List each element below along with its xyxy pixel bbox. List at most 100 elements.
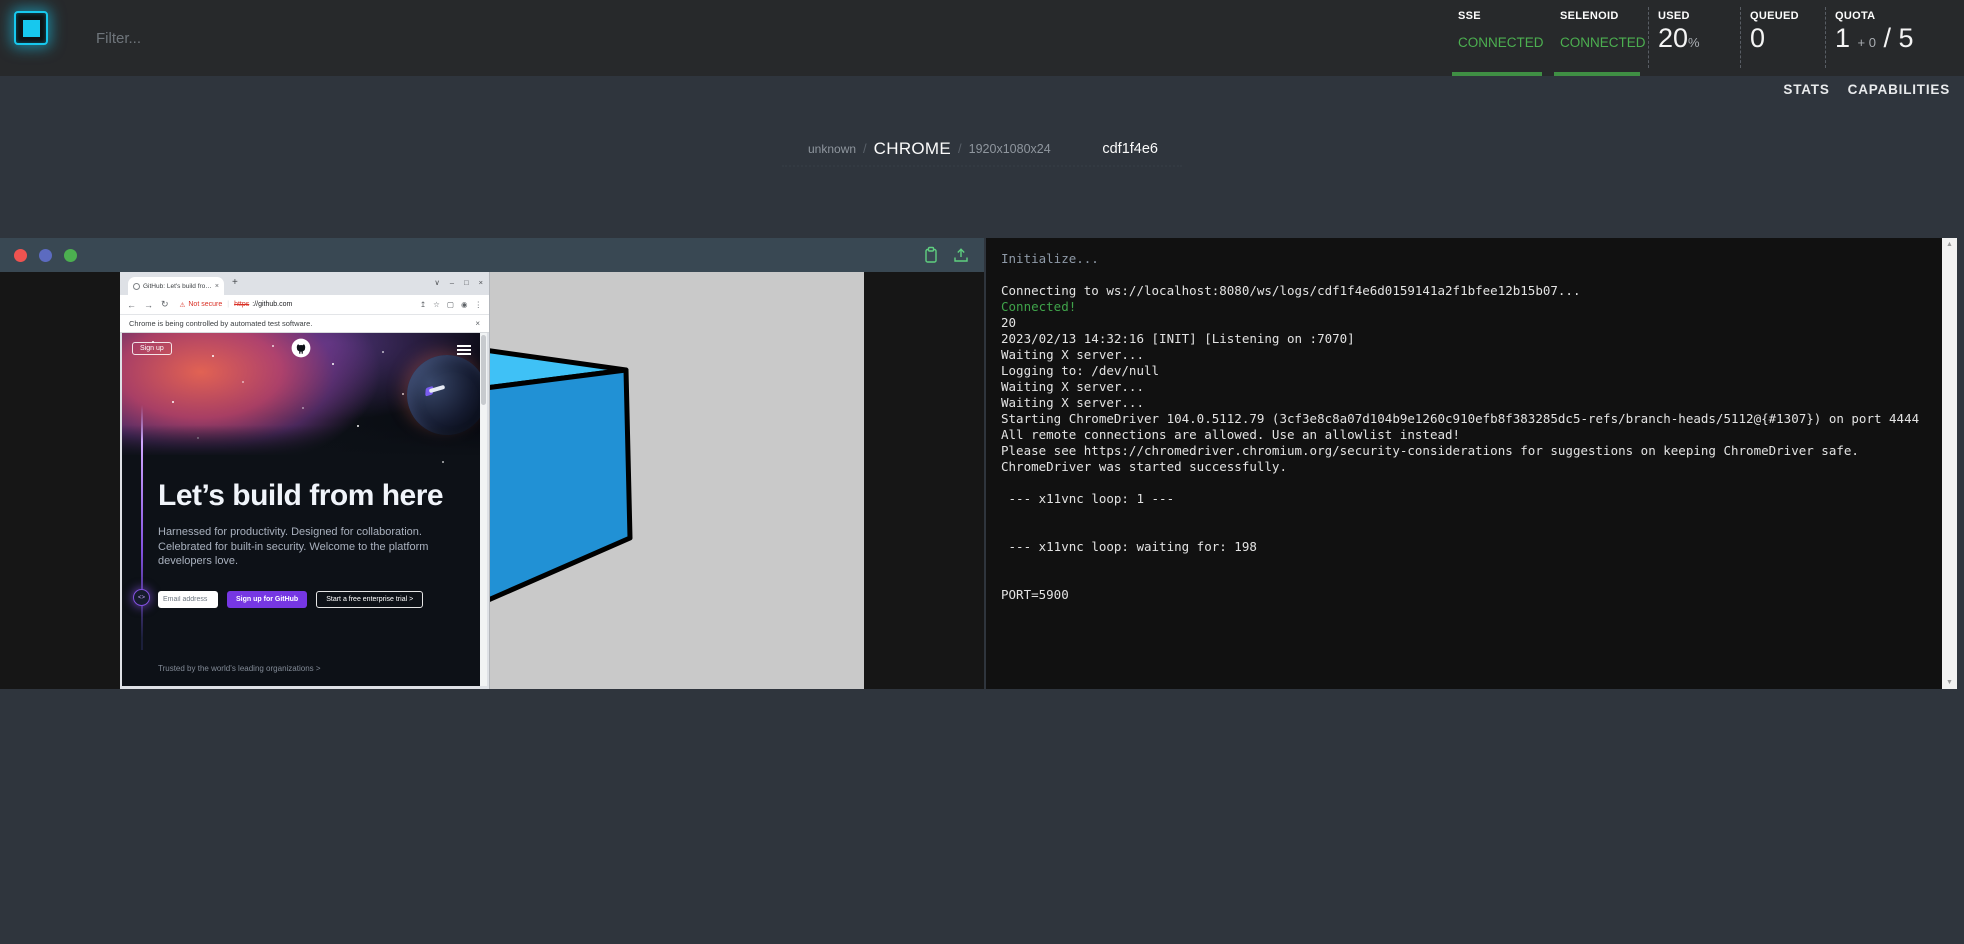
vnc-panel: GitHub: Let's build from her... × + ∨ – … — [0, 238, 984, 689]
stat-sse: SSE CONNECTED — [1448, 0, 1550, 76]
browser-tab[interactable]: GitHub: Let's build from her... × — [128, 277, 224, 295]
log-line: Waiting X server... — [1001, 379, 1927, 395]
log-line: --- x11vnc loop: 1 --- — [1001, 491, 1927, 507]
url-field[interactable]: ⚠ Not secure | https ://github.com — [180, 301, 293, 309]
log-line: Initialize... — [1001, 251, 1927, 267]
code-badge: <> — [133, 589, 150, 606]
hamburger-menu-icon[interactable] — [457, 345, 471, 357]
hero-cta-row: Sign up for GitHub Start a free enterpri… — [158, 591, 423, 608]
selenoid-status: CONNECTED — [1560, 35, 1648, 50]
log-line — [1001, 571, 1927, 587]
window-controls: ∨ – □ × — [434, 278, 483, 287]
log-line — [1001, 507, 1927, 523]
browser-window: GitHub: Let's build from her... × + ∨ – … — [120, 272, 489, 689]
new-tab-button[interactable]: + — [232, 277, 238, 288]
git-branch-line — [141, 405, 143, 650]
bookmark-icon[interactable]: ☆ — [433, 300, 440, 309]
page-scrollbar[interactable] — [480, 333, 487, 686]
maximize-icon[interactable]: □ — [464, 278, 469, 287]
hero-heading: Let’s build from here — [158, 479, 443, 513]
github-logo-icon[interactable] — [290, 337, 312, 359]
reload-icon[interactable]: ↻ — [161, 299, 169, 310]
quota-pending: + 0 — [1858, 35, 1876, 50]
log-line — [1001, 267, 1927, 283]
log-line: 2023/02/13 14:32:16 [INIT] [Listening on… — [1001, 331, 1927, 347]
filter-input[interactable] — [78, 0, 638, 76]
log-line — [1001, 523, 1927, 539]
avatar-icon[interactable]: ◉ — [461, 300, 468, 309]
trusted-by-link[interactable]: Trusted by the world’s leading organizat… — [158, 664, 321, 673]
used-value: 20% — [1658, 23, 1740, 54]
enterprise-trial-button[interactable]: Start a free enterprise trial > — [316, 591, 423, 608]
session-id-link[interactable]: cdf1f4e6 — [1102, 141, 1158, 157]
email-field[interactable] — [158, 591, 218, 608]
vnc-titlebar — [0, 238, 984, 272]
minimize-icon[interactable]: – — [450, 278, 454, 287]
quota-label: QUOTA — [1835, 10, 1952, 22]
log-line: PORT=5900 — [1001, 587, 1927, 603]
log-line — [1001, 555, 1927, 571]
address-bar: ← → ↻ ⚠ Not secure | https ://github.com… — [120, 295, 489, 315]
addressbar-actions: ↥ ☆ ▢ ◉ ⋮ — [420, 300, 482, 309]
github-page: Sign up <> Let’s build from here Harness… — [122, 333, 480, 686]
signup-github-button[interactable]: Sign up for GitHub — [227, 591, 307, 608]
session-row[interactable]: unknown / CHROME / 1920x1080x24 cdf1f4e6 — [782, 132, 1182, 167]
quota-value: 1 + 0 / 5 — [1835, 23, 1952, 54]
log-line: Starting ChromeDriver 104.0.5112.79 (3cf… — [1001, 411, 1927, 427]
github-signup-nav-button[interactable]: Sign up — [132, 342, 172, 355]
log-line: Please see https://chromedriver.chromium… — [1001, 443, 1927, 459]
selenoid-ui: SSE CONNECTED SELENOID CONNECTED USED 20… — [0, 0, 1964, 944]
log-line: Waiting X server... — [1001, 347, 1927, 363]
planet — [407, 355, 480, 435]
log-line: Waiting X server... — [1001, 395, 1927, 411]
url-scheme: https — [234, 301, 249, 308]
tab-search-icon[interactable]: ∨ — [434, 278, 440, 287]
tab-close-icon[interactable]: × — [215, 283, 219, 290]
scroll-up-icon[interactable]: ▲ — [1942, 241, 1957, 248]
page-scrollbar-thumb[interactable] — [481, 335, 486, 405]
log-line: --- x11vnc loop: waiting for: 198 — [1001, 539, 1927, 555]
upload-icon[interactable] — [952, 246, 970, 264]
share-icon[interactable]: ↥ — [420, 300, 426, 309]
log-line: ChromeDriver was started successfully. — [1001, 459, 1927, 475]
top-header: SSE CONNECTED SELENOID CONNECTED USED 20… — [0, 0, 1964, 76]
tab-stats[interactable]: STATS — [1783, 82, 1829, 97]
logo-square — [23, 20, 40, 37]
not-secure-label: Not secure — [188, 301, 222, 308]
infobar-close-icon[interactable]: × — [475, 319, 480, 328]
close-icon[interactable]: × — [479, 278, 483, 287]
queued-value: 0 — [1750, 23, 1825, 54]
stat-quota: QUOTA 1 + 0 / 5 — [1825, 0, 1952, 76]
app-logo-icon[interactable] — [14, 11, 48, 45]
automation-infobar: Chrome is being controlled by automated … — [120, 315, 489, 333]
log-line — [1001, 475, 1927, 491]
forward-icon[interactable]: → — [144, 300, 153, 310]
session-browser-name: CHROME — [874, 139, 951, 159]
stat-used: USED 20% — [1648, 0, 1740, 76]
favicon-icon — [133, 283, 140, 290]
log-line: Logging to: /dev/null — [1001, 363, 1927, 379]
session-log-panel: Initialize... Connecting to ws://localhos… — [986, 238, 1957, 689]
log-scrollbar[interactable]: ▲ ▼ — [1942, 238, 1957, 689]
sse-label: SSE — [1458, 10, 1550, 22]
clipboard-icon[interactable] — [922, 246, 940, 264]
tab-capabilities[interactable]: CAPABILITIES — [1848, 82, 1950, 97]
log-line: Connected! — [1001, 299, 1927, 315]
infobar-text: Chrome is being controlled by automated … — [129, 319, 312, 328]
log-line: All remote connections are allowed. Use … — [1001, 427, 1927, 443]
divider: | — [227, 301, 229, 308]
minimize-button[interactable] — [39, 249, 52, 262]
extensions-icon[interactable]: ▢ — [447, 300, 454, 309]
scroll-down-icon[interactable]: ▼ — [1942, 679, 1957, 686]
separator: / — [958, 141, 962, 156]
log-line: Connecting to ws://localhost:8080/ws/log… — [1001, 283, 1927, 299]
back-icon[interactable]: ← — [127, 300, 136, 310]
vnc-screen[interactable]: GitHub: Let's build from her... × + ∨ – … — [120, 272, 864, 689]
tab-title: GitHub: Let's build from her... — [143, 283, 212, 290]
close-button[interactable] — [14, 249, 27, 262]
session-browser-version: unknown — [808, 142, 856, 156]
url-host: ://github.com — [252, 301, 292, 308]
selenoid-label: SELENOID — [1560, 10, 1648, 22]
fullscreen-button[interactable] — [64, 249, 77, 262]
menu-icon[interactable]: ⋮ — [475, 300, 483, 309]
